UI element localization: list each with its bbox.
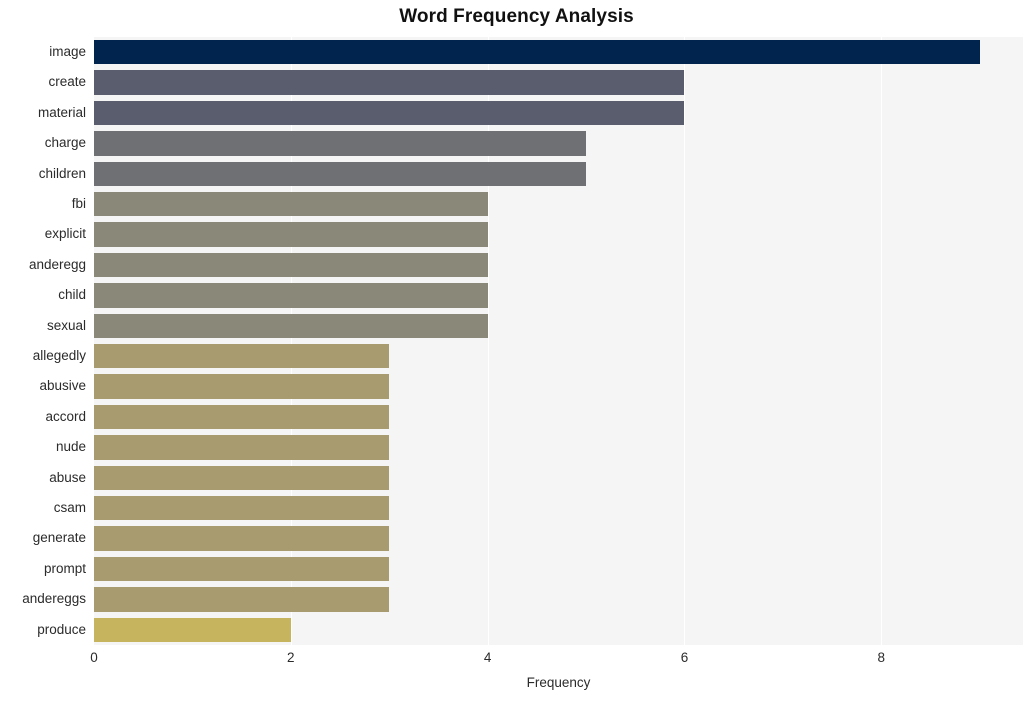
y-tick-label-children: children bbox=[38, 165, 86, 181]
y-tick-label-charge: charge bbox=[44, 135, 86, 151]
y-tick-label-material: material bbox=[37, 104, 86, 120]
y-tick-label-allegedly: allegedly bbox=[32, 348, 86, 363]
y-tick-label-anderegg: anderegg bbox=[28, 256, 86, 272]
bar-row bbox=[94, 493, 1023, 523]
bar-anderegg[interactable] bbox=[94, 252, 488, 278]
bar-row bbox=[94, 463, 1023, 493]
x-axis-label: Frequency bbox=[526, 675, 591, 690]
x-tick-label-6: 6 bbox=[680, 650, 689, 665]
bar-children[interactable] bbox=[94, 161, 587, 186]
y-tick-label-abusive: abusive bbox=[39, 378, 86, 394]
y-tick-label-explicit: explicit bbox=[44, 226, 86, 242]
y-tick-label-andereggs: andereggs bbox=[22, 591, 86, 607]
bar-row bbox=[94, 341, 1023, 371]
bar-fbi[interactable] bbox=[94, 192, 488, 217]
x-tick-label-0: 0 bbox=[90, 650, 98, 665]
bar-row bbox=[94, 159, 1023, 189]
bar-accord[interactable] bbox=[94, 404, 390, 430]
y-tick-label-produce: produce bbox=[37, 621, 86, 637]
bar-row bbox=[94, 311, 1023, 341]
bar-row bbox=[94, 280, 1023, 310]
bar-row bbox=[94, 219, 1023, 249]
bars-layer bbox=[94, 37, 1023, 645]
bar-generate[interactable] bbox=[94, 526, 390, 551]
bar-row bbox=[94, 402, 1023, 432]
bar-row bbox=[94, 371, 1023, 401]
x-tick-label-2: 2 bbox=[287, 650, 295, 665]
bar-produce[interactable] bbox=[94, 617, 291, 642]
y-tick-label-image: image bbox=[49, 44, 86, 59]
x-tick-label-8: 8 bbox=[877, 650, 886, 665]
bar-allegedly[interactable] bbox=[94, 344, 390, 369]
y-tick-label-accord: accord bbox=[45, 408, 86, 424]
bar-sexual[interactable] bbox=[94, 313, 488, 338]
bar-csam[interactable] bbox=[94, 496, 390, 521]
bar-row bbox=[94, 584, 1023, 614]
bar-abusive[interactable] bbox=[94, 374, 390, 399]
bar-row bbox=[94, 67, 1023, 97]
bar-row bbox=[94, 189, 1023, 219]
bar-material[interactable] bbox=[94, 100, 685, 126]
x-axis-tick-labels: 0 2 4 6 8 bbox=[0, 650, 1033, 670]
word-frequency-chart-figure: Word Frequency Analysis image create mater… bbox=[0, 0, 1033, 701]
y-tick-label-abuse: abuse bbox=[49, 469, 86, 485]
bar-abuse[interactable] bbox=[94, 465, 390, 490]
y-tick-label-fbi: fbi bbox=[71, 196, 86, 211]
y-tick-label-sexual: sexual bbox=[46, 317, 86, 333]
bar-child[interactable] bbox=[94, 283, 488, 308]
y-tick-label-create: create bbox=[48, 74, 86, 90]
y-tick-label-prompt: prompt bbox=[43, 560, 86, 576]
bar-row bbox=[94, 554, 1023, 584]
bar-row bbox=[94, 37, 1023, 67]
bar-row bbox=[94, 615, 1023, 645]
chart-title: Word Frequency Analysis bbox=[399, 6, 634, 27]
bar-row bbox=[94, 432, 1023, 462]
bar-explicit[interactable] bbox=[94, 222, 488, 247]
bar-create[interactable] bbox=[94, 70, 685, 95]
bar-row bbox=[94, 98, 1023, 128]
y-tick-label-child: child bbox=[58, 287, 86, 303]
bar-andereggs[interactable] bbox=[94, 587, 390, 612]
bar-row bbox=[94, 128, 1023, 158]
x-tick-label-4: 4 bbox=[483, 650, 492, 665]
bar-row bbox=[94, 250, 1023, 280]
plot-area bbox=[94, 37, 1023, 645]
bar-prompt[interactable] bbox=[94, 556, 390, 582]
bar-charge[interactable] bbox=[94, 131, 587, 156]
bar-row bbox=[94, 523, 1023, 553]
y-axis-tick-labels: image create material charge children fbi expl… bbox=[0, 37, 86, 645]
bar-image[interactable] bbox=[94, 40, 980, 65]
bar-nude[interactable] bbox=[94, 435, 390, 460]
y-tick-label-generate: generate bbox=[32, 530, 86, 546]
y-tick-label-nude: nude bbox=[55, 439, 86, 455]
y-tick-label-csam: csam bbox=[53, 500, 86, 515]
